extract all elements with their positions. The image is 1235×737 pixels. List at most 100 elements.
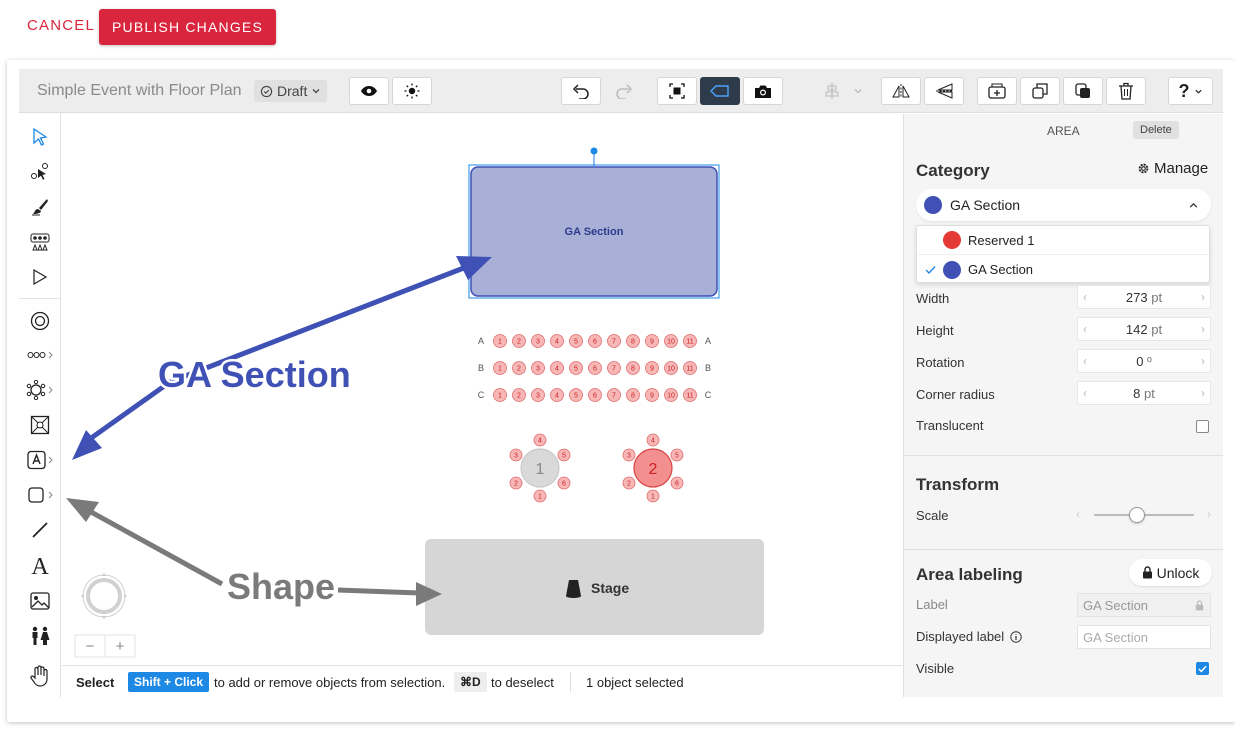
- category-option-ga[interactable]: GA Section: [917, 255, 1209, 284]
- seat-block-tool[interactable]: [19, 228, 61, 256]
- publish-changes-button[interactable]: PUBLISH CHANGES: [99, 9, 276, 45]
- translucent-checkbox[interactable]: [1196, 420, 1209, 433]
- scale-label: Scale: [916, 508, 949, 523]
- annotation-arrowhead: [66, 498, 99, 522]
- decrement-icon[interactable]: ‹: [1083, 386, 1087, 400]
- status-label: Draft: [277, 83, 308, 99]
- seat-number: 5: [574, 339, 578, 346]
- add-to-group-button[interactable]: [977, 77, 1017, 105]
- area-tool[interactable]: [19, 446, 61, 474]
- icon-tool[interactable]: [19, 622, 61, 650]
- category-option-reserved[interactable]: Reserved 1: [917, 226, 1209, 255]
- booth-tool[interactable]: [19, 411, 61, 439]
- theme-toggle-button[interactable]: [392, 77, 432, 105]
- delete-tooltip: Delete: [1133, 121, 1179, 139]
- seat-number: 3: [536, 393, 540, 400]
- seat-number: 8: [631, 366, 635, 373]
- table-seat-number: 3: [627, 453, 631, 460]
- floor-plan-canvas[interactable]: GA Section A A 1 2 3 4 5 6 7 8 9 10 11 B B 1 2 3 4 5 6 7 8 9 10 1…: [62, 114, 902, 665]
- seat-number: 2: [517, 339, 521, 346]
- rotation-unit: º: [1147, 353, 1152, 369]
- image-tool[interactable]: [19, 587, 61, 615]
- gear-icon: [1138, 163, 1149, 174]
- polygon-select-tool[interactable]: [19, 263, 61, 291]
- rotation-handle[interactable]: [590, 147, 598, 155]
- radius-stepper[interactable]: ‹ 8 pt ›: [1077, 381, 1211, 405]
- width-unit: pt: [1151, 289, 1163, 305]
- increment-icon[interactable]: ›: [1201, 354, 1205, 368]
- paste-button[interactable]: [1063, 77, 1103, 105]
- rotation-value: 0: [1136, 353, 1144, 369]
- seat-number: 3: [536, 366, 540, 373]
- check-icon: [1198, 665, 1207, 672]
- duplicate-button[interactable]: [1020, 77, 1060, 105]
- round-table-icon: [30, 311, 50, 331]
- flip-vertical-button[interactable]: [924, 77, 964, 105]
- rotation-stepper[interactable]: ‹ 0 º ›: [1077, 349, 1211, 373]
- focus-selection-button[interactable]: [657, 77, 697, 105]
- decrement-icon[interactable]: ‹: [1083, 354, 1087, 368]
- seat-row-tool[interactable]: [19, 341, 61, 369]
- radius-unit: pt: [1144, 385, 1155, 401]
- unlock-button[interactable]: Unlock: [1129, 559, 1212, 586]
- scale-slider[interactable]: ‹ ›: [1076, 505, 1211, 525]
- table-seat-number: 4: [538, 438, 542, 445]
- line-tool[interactable]: [19, 516, 61, 544]
- decrement-icon[interactable]: ‹: [1083, 322, 1087, 336]
- label-input[interactable]: GA Section: [1077, 593, 1211, 617]
- increment-icon[interactable]: ›: [1201, 322, 1205, 336]
- flip-horizontal-button[interactable]: [881, 77, 921, 105]
- delete-button[interactable]: [1106, 77, 1146, 105]
- category-select[interactable]: GA Section: [916, 189, 1211, 221]
- top-bar: CANCEL PUBLISH CHANGES: [0, 0, 1235, 60]
- row-label: C: [478, 390, 485, 400]
- round-table-tool[interactable]: [19, 307, 61, 335]
- tool-sidebar: A: [19, 113, 61, 697]
- seat-number: 7: [612, 393, 616, 400]
- align-dropdown[interactable]: [848, 77, 868, 105]
- label-view-button[interactable]: [700, 77, 740, 105]
- pan-tool[interactable]: [19, 662, 61, 690]
- table-with-chairs-tool[interactable]: [19, 376, 61, 404]
- brush-select-tool[interactable]: [19, 193, 61, 221]
- row-label: B: [478, 363, 484, 373]
- cancel-button[interactable]: CANCEL: [27, 17, 95, 34]
- annotation-arrow-shape-left: [80, 504, 224, 587]
- redo-button[interactable]: [604, 77, 644, 105]
- label-field-label: Label: [916, 597, 948, 612]
- snapshot-button[interactable]: [743, 77, 783, 105]
- table-seat-number: 6: [675, 481, 679, 488]
- node-select-tool[interactable]: [19, 158, 61, 186]
- height-stepper[interactable]: ‹ 142 pt ›: [1077, 317, 1211, 341]
- eye-icon: [361, 86, 377, 96]
- increment-icon[interactable]: ›: [1201, 386, 1205, 400]
- table-seat-number: 5: [562, 453, 566, 460]
- manage-button[interactable]: Manage: [1137, 160, 1208, 177]
- decrement-icon[interactable]: ‹: [1083, 290, 1087, 304]
- width-stepper[interactable]: ‹ 273 pt ›: [1077, 285, 1211, 309]
- visible-label: Visible: [916, 661, 955, 676]
- increment-icon[interactable]: ›: [1201, 290, 1205, 304]
- row-label: A: [478, 336, 484, 346]
- booth-icon: [30, 415, 50, 435]
- status-dropdown[interactable]: Draft: [254, 80, 328, 102]
- preview-button[interactable]: [349, 77, 389, 105]
- radius-label: Corner radius: [916, 387, 995, 402]
- zoom-in-button[interactable]: +: [116, 638, 125, 655]
- seat-number: 3: [536, 339, 540, 346]
- select-tool[interactable]: [19, 123, 61, 151]
- align-button[interactable]: [818, 77, 846, 105]
- section-divider: [904, 549, 1223, 550]
- undo-button[interactable]: [561, 77, 601, 105]
- zoom-out-button[interactable]: −: [86, 638, 95, 655]
- visible-checkbox[interactable]: [1196, 662, 1209, 675]
- scale-slider-thumb[interactable]: [1129, 507, 1145, 523]
- displayed-label-input[interactable]: GA Section: [1077, 625, 1211, 649]
- paste-icon: [1075, 83, 1090, 98]
- shape-tool[interactable]: [19, 481, 61, 509]
- category-title: Category: [916, 161, 990, 180]
- text-tool[interactable]: A: [19, 553, 61, 581]
- help-button[interactable]: ?: [1168, 77, 1213, 105]
- chevron-down-icon: [854, 89, 862, 94]
- node-pointer-icon: [31, 163, 48, 180]
